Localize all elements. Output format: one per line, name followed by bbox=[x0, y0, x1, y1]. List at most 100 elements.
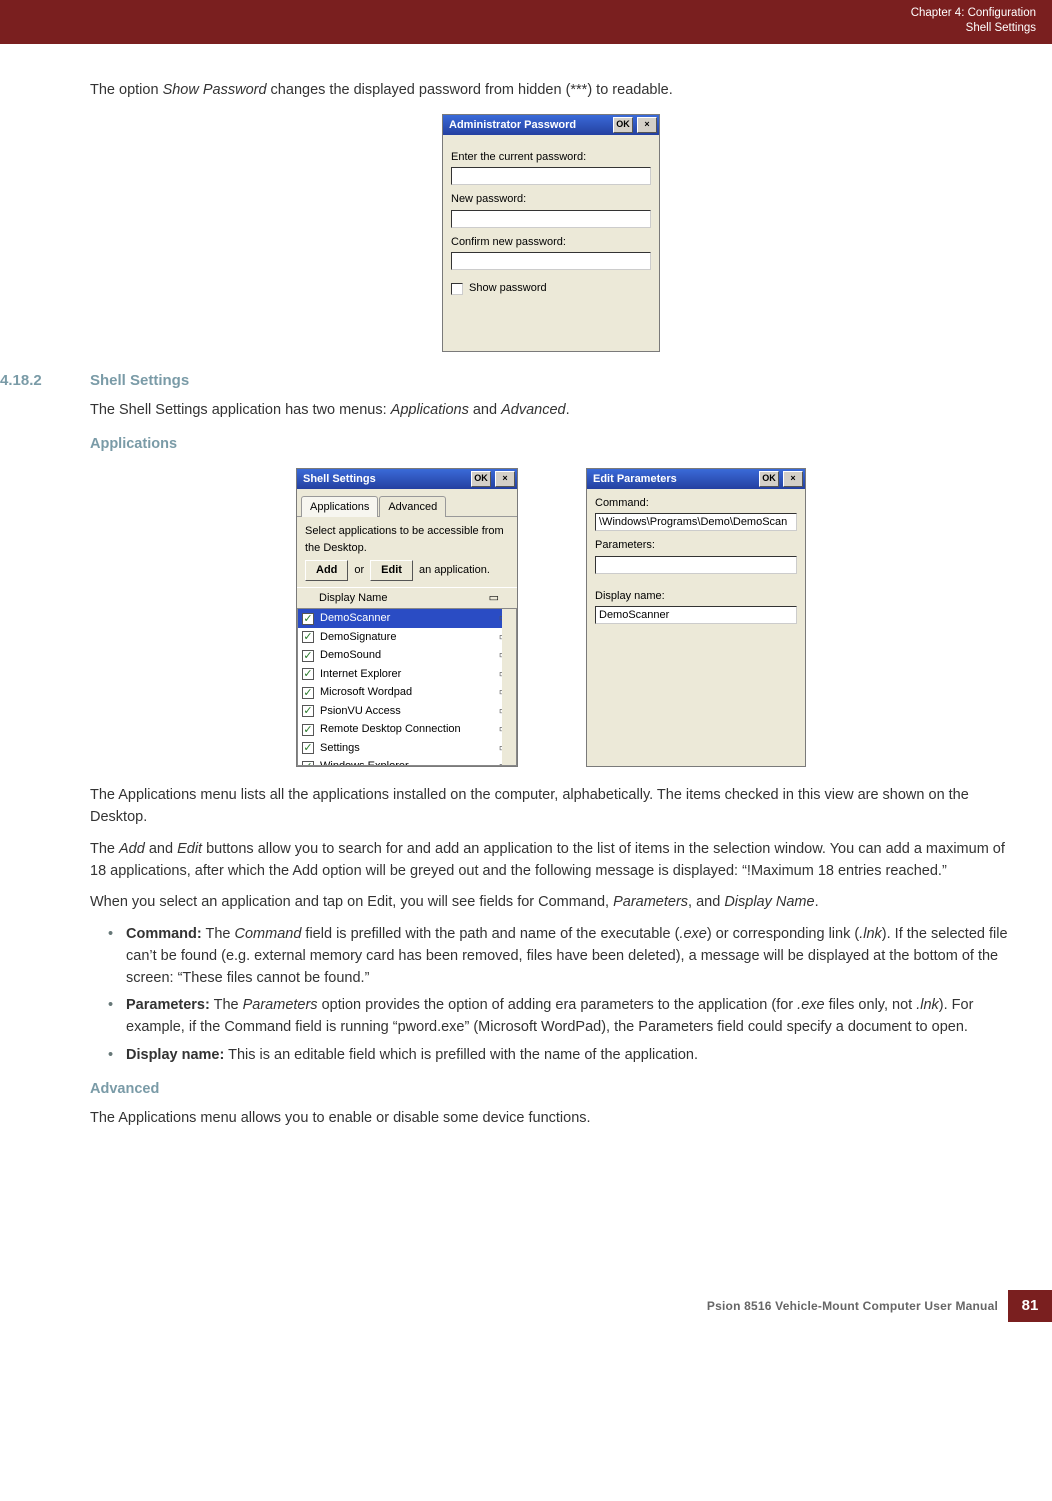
column-header: Display Name bbox=[319, 590, 489, 607]
text: Parameters bbox=[613, 894, 688, 910]
list-item[interactable]: ✓Settings▭ bbox=[298, 739, 516, 758]
text: Add bbox=[119, 841, 145, 857]
list-item[interactable]: ✓Internet Explorer▭ bbox=[298, 665, 516, 684]
list-item[interactable]: ✓DemoSignature▭ bbox=[298, 628, 516, 647]
ok-button[interactable]: OK bbox=[613, 117, 633, 133]
checkbox-icon[interactable]: ✓ bbox=[302, 687, 314, 699]
text: or bbox=[354, 562, 364, 579]
command-input[interactable] bbox=[595, 513, 797, 531]
text: Command bbox=[235, 926, 302, 942]
checkbox-icon[interactable]: ✓ bbox=[302, 631, 314, 643]
text: Parameters bbox=[243, 997, 318, 1013]
text: files only, not bbox=[825, 997, 917, 1013]
item-label: DemoSignature bbox=[320, 629, 490, 646]
text: Advanced bbox=[501, 402, 566, 418]
close-button[interactable]: × bbox=[495, 471, 515, 487]
text: and bbox=[145, 841, 177, 857]
edit-button[interactable]: Edit bbox=[370, 560, 413, 581]
page-footer: Psion 8516 Vehicle-Mount Computer User M… bbox=[0, 1290, 1052, 1322]
text: and bbox=[469, 402, 501, 418]
list-item[interactable]: ✓Windows Explorer▭ bbox=[298, 757, 516, 766]
scrollbar[interactable] bbox=[502, 609, 516, 766]
tab-advanced[interactable]: Advanced bbox=[379, 496, 446, 518]
show-password-label: Show password bbox=[469, 280, 547, 297]
text: The option bbox=[90, 82, 163, 98]
text: , and bbox=[688, 894, 724, 910]
dialog-titlebar: Shell Settings OK × bbox=[297, 469, 517, 489]
text: The bbox=[202, 926, 235, 942]
text: Applications bbox=[391, 402, 469, 418]
text: .exe bbox=[679, 926, 706, 942]
paragraph: The Applications menu lists all the appl… bbox=[90, 785, 1012, 829]
list-item[interactable]: ✓PsionVU Access▭ bbox=[298, 702, 516, 721]
checkbox-icon[interactable]: ✓ bbox=[302, 724, 314, 736]
label: Command: bbox=[595, 495, 797, 512]
footer-text: Psion 8516 Vehicle-Mount Computer User M… bbox=[707, 1297, 1008, 1315]
label: New password: bbox=[451, 191, 651, 208]
list-item[interactable]: ✓Remote Desktop Connection▭ bbox=[298, 720, 516, 739]
header-chapter: Chapter 4: Configuration bbox=[911, 6, 1036, 21]
paragraph: The Shell Settings application has two m… bbox=[90, 400, 1012, 422]
list-item[interactable]: ✓DemoScanner▭ bbox=[298, 609, 516, 628]
label: Display name: bbox=[595, 588, 797, 605]
checkbox-icon[interactable]: ✓ bbox=[302, 705, 314, 717]
paragraph: The Add and Edit buttons allow you to se… bbox=[90, 839, 1012, 883]
edit-parameters-dialog: Edit Parameters OK × Command: Parameters… bbox=[586, 468, 806, 768]
item-label: Settings bbox=[320, 740, 490, 757]
page-number: 81 bbox=[1008, 1290, 1052, 1322]
subsection-title: Advanced bbox=[90, 1079, 1012, 1101]
text: The Shell Settings application has two m… bbox=[90, 402, 391, 418]
text: .exe bbox=[797, 997, 824, 1013]
header-section: Shell Settings bbox=[911, 21, 1036, 36]
parameters-input[interactable] bbox=[595, 556, 797, 574]
show-password-checkbox[interactable] bbox=[451, 283, 463, 295]
text: Command: bbox=[126, 926, 202, 942]
text: .lnk bbox=[916, 997, 939, 1013]
text: . bbox=[566, 402, 570, 418]
item-label: Windows Explorer bbox=[320, 758, 490, 766]
dialog-titlebar: Administrator Password OK × bbox=[443, 115, 659, 135]
text: buttons allow you to search for and add … bbox=[90, 841, 1005, 879]
new-password-input[interactable] bbox=[451, 210, 651, 228]
list-item: Command: The Command field is prefilled … bbox=[126, 924, 1012, 989]
checkbox-icon[interactable]: ✓ bbox=[302, 613, 314, 625]
paragraph: The Applications menu allows you to enab… bbox=[90, 1108, 1012, 1130]
text: .lnk bbox=[859, 926, 882, 942]
text: changes the displayed password from hidd… bbox=[267, 82, 673, 98]
bullet-list: Command: The Command field is prefilled … bbox=[90, 924, 1012, 1067]
checkbox-icon[interactable]: ✓ bbox=[302, 761, 314, 767]
dialog-title: Administrator Password bbox=[449, 117, 576, 134]
text: Edit bbox=[177, 841, 202, 857]
label: Parameters: bbox=[595, 537, 797, 554]
close-button[interactable]: × bbox=[783, 471, 803, 487]
application-list[interactable]: ✓DemoScanner▭✓DemoSignature▭✓DemoSound▭✓… bbox=[297, 609, 517, 766]
page-header: Chapter 4: Configuration Shell Settings bbox=[0, 0, 1052, 44]
text: This is an editable field which is prefi… bbox=[224, 1047, 698, 1063]
label: Confirm new password: bbox=[451, 234, 651, 251]
text: ) or corresponding link ( bbox=[707, 926, 859, 942]
checkbox-icon[interactable]: ✓ bbox=[302, 668, 314, 680]
ok-button[interactable]: OK bbox=[759, 471, 779, 487]
item-label: Internet Explorer bbox=[320, 666, 490, 683]
ok-button[interactable]: OK bbox=[471, 471, 491, 487]
text: The bbox=[90, 841, 119, 857]
checkbox-icon[interactable]: ✓ bbox=[302, 650, 314, 662]
tab-applications[interactable]: Applications bbox=[301, 496, 378, 518]
page-content: The option Show Password changes the dis… bbox=[0, 44, 1052, 1130]
intro-paragraph: The option Show Password changes the dis… bbox=[90, 80, 1012, 102]
list-item: Display name: This is an editable field … bbox=[126, 1045, 1012, 1067]
add-button[interactable]: Add bbox=[305, 560, 348, 581]
text: Show Password bbox=[163, 82, 267, 98]
close-button[interactable]: × bbox=[637, 117, 657, 133]
confirm-password-input[interactable] bbox=[451, 252, 651, 270]
text: When you select an application and tap o… bbox=[90, 894, 613, 910]
checkbox-icon[interactable]: ✓ bbox=[302, 742, 314, 754]
current-password-input[interactable] bbox=[451, 167, 651, 185]
text: option provides the option of adding era… bbox=[318, 997, 798, 1013]
edit-icon: ▭ bbox=[489, 590, 499, 607]
list-item[interactable]: ✓Microsoft Wordpad▭ bbox=[298, 683, 516, 702]
dialog-titlebar: Edit Parameters OK × bbox=[587, 469, 805, 489]
item-label: DemoSound bbox=[320, 647, 490, 664]
list-item[interactable]: ✓DemoSound▭ bbox=[298, 646, 516, 665]
display-name-input[interactable] bbox=[595, 606, 797, 624]
